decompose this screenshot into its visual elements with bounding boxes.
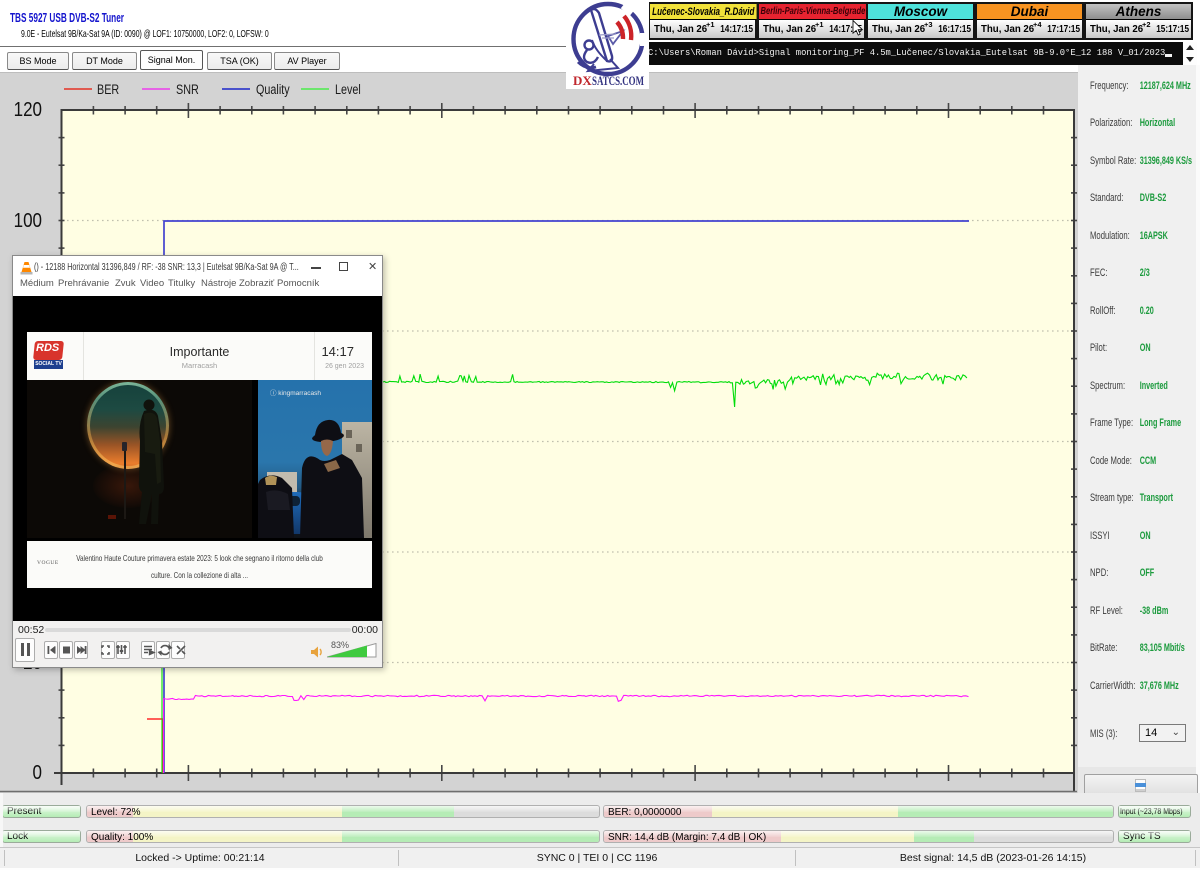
svg-text:DX: DX	[573, 73, 592, 88]
svg-text:SATCS.COM: SATCS.COM	[592, 73, 644, 88]
